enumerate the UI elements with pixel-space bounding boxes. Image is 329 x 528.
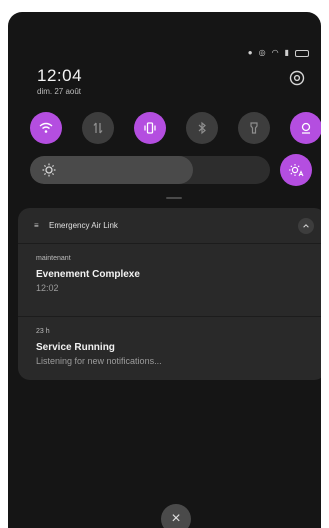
status-bar: ● ◎ ◠ ▮ bbox=[248, 49, 309, 57]
notification-card[interactable]: ≡ Emergency Air Link maintenant Evenemen… bbox=[18, 208, 321, 380]
tile-mobile-data[interactable] bbox=[82, 112, 114, 144]
notification-body: Listening for new notifications... bbox=[36, 356, 162, 366]
wifi-icon: ◠ bbox=[271, 48, 279, 57]
notification-shade: ● ◎ ◠ ▮ 12:04 dim. 27 août ≡ Emergency A… bbox=[8, 12, 321, 528]
notification-title: Service Running bbox=[36, 342, 115, 353]
wifi-icon bbox=[39, 122, 53, 133]
auto-brightness-icon bbox=[289, 164, 304, 177]
auto-brightness-button[interactable] bbox=[280, 154, 312, 186]
location-icon bbox=[301, 122, 311, 134]
bluetooth-icon bbox=[198, 121, 206, 135]
tile-flashlight[interactable] bbox=[238, 112, 270, 144]
collapse-button[interactable] bbox=[298, 218, 314, 234]
settings-gear-icon[interactable] bbox=[289, 70, 305, 86]
notification-item[interactable]: 23 h Service Running Listening for new n… bbox=[36, 328, 306, 366]
clock: 12:04 bbox=[37, 66, 83, 85]
signal-icon: ▮ bbox=[284, 48, 289, 57]
tile-location[interactable] bbox=[290, 112, 321, 144]
notification-time: maintenant bbox=[36, 255, 71, 262]
data-transfer-icon bbox=[93, 122, 103, 134]
close-button[interactable]: × bbox=[161, 504, 191, 528]
notification-header: ≡ Emergency Air Link bbox=[18, 208, 321, 243]
app-icon: ≡ bbox=[34, 220, 39, 230]
notification-item[interactable]: maintenant Evenement Complexe 12:02 bbox=[36, 255, 306, 293]
tile-vibrate[interactable] bbox=[134, 112, 166, 144]
tile-bluetooth[interactable] bbox=[186, 112, 218, 144]
app-name: Emergency Air Link bbox=[49, 221, 118, 230]
flashlight-icon bbox=[250, 122, 258, 134]
vibrate-icon bbox=[144, 122, 156, 134]
battery-icon bbox=[295, 49, 309, 57]
alarm-icon: ◎ bbox=[258, 48, 266, 57]
divider bbox=[18, 243, 321, 244]
divider bbox=[18, 316, 321, 317]
quick-settings-tiles bbox=[30, 112, 321, 144]
notification-body: 12:02 bbox=[36, 283, 59, 293]
notification-icon: ● bbox=[247, 48, 253, 57]
close-icon: × bbox=[171, 510, 181, 527]
notification-time: 23 h bbox=[36, 328, 50, 335]
brightness-slider[interactable] bbox=[30, 156, 270, 184]
notification-title: Evenement Complexe bbox=[36, 269, 140, 280]
date: dim. 27 août bbox=[37, 87, 82, 96]
chevron-up-icon bbox=[303, 224, 309, 228]
brightness-icon bbox=[42, 163, 56, 177]
tile-wifi[interactable] bbox=[30, 112, 62, 144]
drag-handle[interactable] bbox=[166, 197, 182, 199]
